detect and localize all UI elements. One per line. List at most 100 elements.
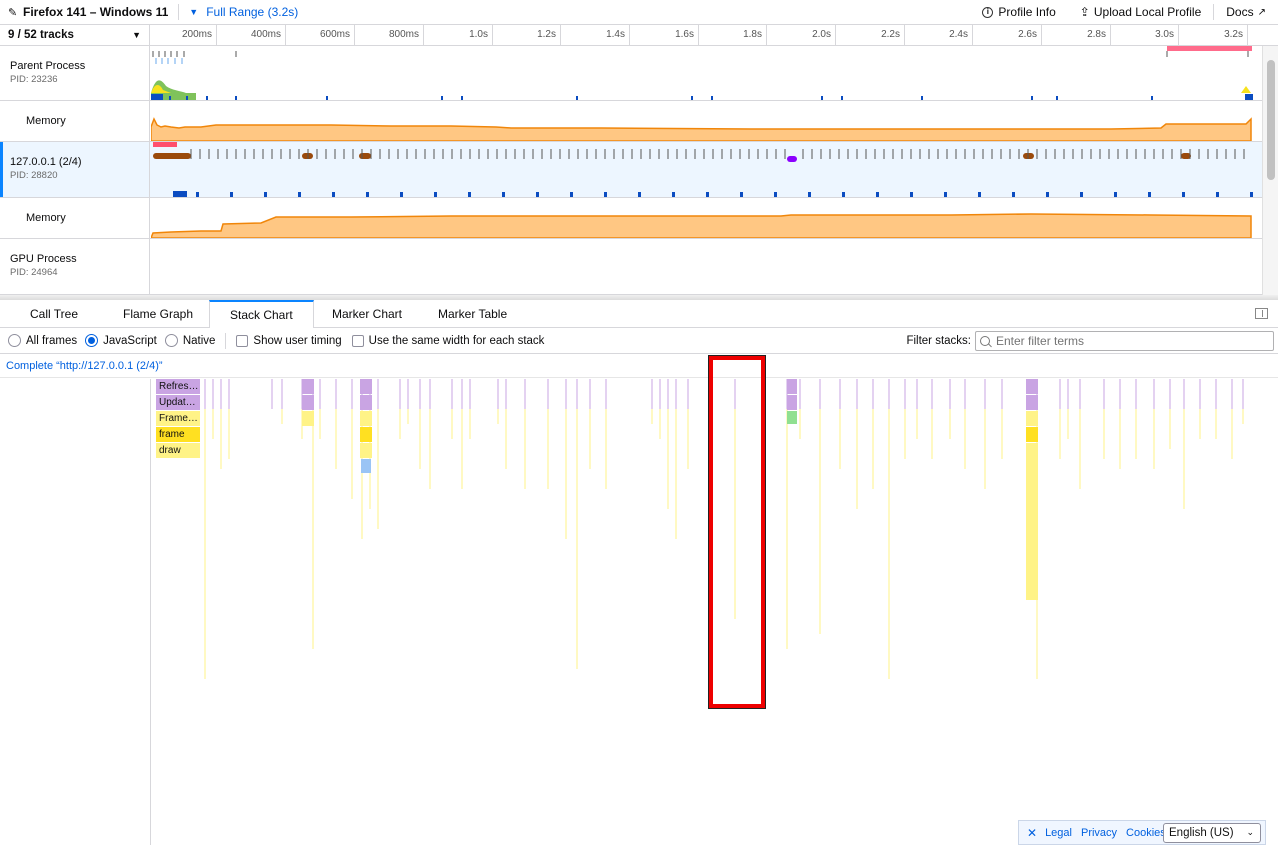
stack-frame[interactable]: Updat…: [156, 395, 200, 410]
thread-breadcrumb[interactable]: Complete “http://127.0.0.1 (2/4)”: [0, 355, 1278, 378]
stack-frame[interactable]: Frame…: [156, 411, 200, 426]
sidebar-toggle-icon[interactable]: [1255, 308, 1268, 319]
tab-marker-chart[interactable]: Marker Chart: [312, 300, 422, 328]
tab-stack-chart[interactable]: Stack Chart: [209, 300, 314, 329]
track-pid: PID: 23236: [10, 74, 58, 85]
stack-frame-block: [360, 395, 372, 410]
legal-link[interactable]: Legal: [1045, 827, 1072, 839]
radio-javascript[interactable]: JavaScript: [85, 334, 157, 347]
tracks-count-button[interactable]: 9 / 52 tracks ▼: [0, 25, 150, 45]
track-label[interactable]: 127.0.0.1 (2/4) PID: 28820: [0, 142, 150, 197]
stack-frame-block: [302, 395, 314, 410]
memory-graph[interactable]: [150, 101, 1262, 142]
stack-frame-block: [1026, 427, 1038, 442]
activity-graph[interactable]: [151, 46, 1262, 100]
stack-frame[interactable]: frame: [156, 427, 200, 442]
cookies-link[interactable]: Cookies: [1126, 827, 1166, 839]
stack-frame-block: [1026, 395, 1038, 410]
activity-graph[interactable]: [151, 142, 1262, 197]
upload-label: Upload Local Profile: [1093, 5, 1202, 19]
memory-area: [149, 213, 1252, 239]
track-pid: PID: 24964: [10, 267, 58, 278]
category-tick: [1012, 192, 1015, 197]
track-memory-content[interactable]: Memory: [0, 198, 1262, 239]
ruler-tick: 2.8s: [1042, 25, 1111, 45]
ruler-tick: 1.0s: [424, 25, 493, 45]
track-parent-process[interactable]: Parent Process PID: 23236: [0, 46, 1262, 101]
category-tick: [944, 192, 947, 197]
track-name: Parent Process: [10, 60, 86, 72]
activity-graph[interactable]: [151, 239, 1262, 294]
category-tick: [1046, 192, 1049, 197]
stack-frame-block: [787, 395, 797, 410]
track-label[interactable]: Memory: [0, 101, 150, 141]
stack-frame[interactable]: Refres…: [156, 379, 200, 394]
track-memory-parent[interactable]: Memory: [0, 101, 1262, 142]
stack-frame-block: [1026, 443, 1038, 600]
track-name: GPU Process: [10, 253, 77, 265]
ruler-tick: 400ms: [217, 25, 286, 45]
filter-input-box[interactable]: [975, 330, 1274, 351]
ruler-tick: 3.2s: [1179, 25, 1248, 45]
category-tick: [434, 192, 437, 197]
track-content-process[interactable]: 127.0.0.1 (2/4) PID: 28820: [0, 142, 1262, 198]
breadcrumb-label: Complete “http://127.0.0.1 (2/4)”: [6, 360, 163, 372]
track-label[interactable]: GPU Process PID: 24964: [0, 239, 150, 294]
ruler-tick: 800ms: [355, 25, 424, 45]
radio-circle[interactable]: [8, 334, 21, 347]
profile-info-label: Profile Info: [998, 5, 1056, 19]
radio-native[interactable]: Native: [164, 334, 215, 347]
ruler-tick: 2.6s: [973, 25, 1042, 45]
stack-frame-block: [360, 427, 372, 442]
radio-circle[interactable]: [85, 334, 99, 347]
category-tick: [264, 192, 267, 197]
category-tick: [468, 192, 471, 197]
timeline-scrollbar[interactable]: [1262, 46, 1278, 296]
ruler-tick: 3.0s: [1111, 25, 1179, 45]
language-select[interactable]: English (US) ⌄: [1163, 822, 1261, 843]
category-tick: [196, 192, 199, 197]
stack-frame-block: [360, 411, 372, 426]
upload-button[interactable]: ⇪ Upload Local Profile: [1068, 0, 1213, 24]
ruler-tick: 200ms: [151, 25, 217, 45]
category-tick: [978, 192, 981, 197]
filter-stacks: Filter stacks:: [906, 330, 1274, 351]
filter-input[interactable]: [996, 333, 1266, 348]
scrollbar-thumb[interactable]: [1267, 60, 1275, 180]
track-gpu-process[interactable]: GPU Process PID: 24964: [0, 239, 1262, 295]
category-tick: [1182, 192, 1185, 197]
external-link-icon: ↗: [1257, 6, 1266, 18]
track-label[interactable]: Parent Process PID: 23236: [0, 46, 150, 100]
stack-chart[interactable]: Refres… Updat… Frame… frame draw: [0, 379, 1278, 845]
chevron-down-icon: ⌄: [1246, 827, 1254, 837]
range-breadcrumb[interactable]: ▼ Full Range (3.2s): [189, 5, 298, 19]
checkbox[interactable]: [236, 334, 249, 347]
category-tick: [332, 192, 335, 197]
category-tick: [570, 192, 573, 197]
checkbox[interactable]: [351, 334, 364, 347]
tab-call-tree[interactable]: Call Tree: [10, 300, 98, 328]
profile-name-button[interactable]: ✎ Firefox 141 – Windows 11: [0, 0, 168, 24]
show-user-timing-checkbox[interactable]: Show user timing: [236, 334, 342, 347]
stack-frame-block: [1026, 411, 1038, 426]
radio-circle[interactable]: [164, 334, 178, 347]
category-tick: [230, 192, 233, 197]
profile-info-button[interactable]: i Profile Info: [970, 0, 1067, 24]
same-width-checkbox[interactable]: Use the same width for each stack: [351, 334, 544, 347]
stack-frame-block: [360, 379, 372, 394]
stack-frame-block: [787, 379, 797, 394]
category-tick: [876, 192, 879, 197]
radio-all-frames[interactable]: All frames: [8, 334, 77, 347]
stack-frame[interactable]: draw: [156, 443, 200, 458]
stack-frame-block: [360, 443, 372, 458]
activity-graph-svg: [153, 142, 1253, 197]
footer-links: ✕ Legal Privacy Cookies English (US) ⌄: [1018, 820, 1266, 845]
docs-button[interactable]: Docs ↗: [1214, 0, 1278, 24]
track-label[interactable]: Memory: [0, 198, 150, 238]
divider: [225, 332, 227, 349]
privacy-link[interactable]: Privacy: [1081, 827, 1117, 839]
tab-flame-graph[interactable]: Flame Graph: [103, 300, 213, 328]
memory-graph[interactable]: [149, 198, 1262, 239]
tab-marker-table[interactable]: Marker Table: [418, 300, 527, 328]
close-icon[interactable]: ✕: [1027, 826, 1037, 840]
